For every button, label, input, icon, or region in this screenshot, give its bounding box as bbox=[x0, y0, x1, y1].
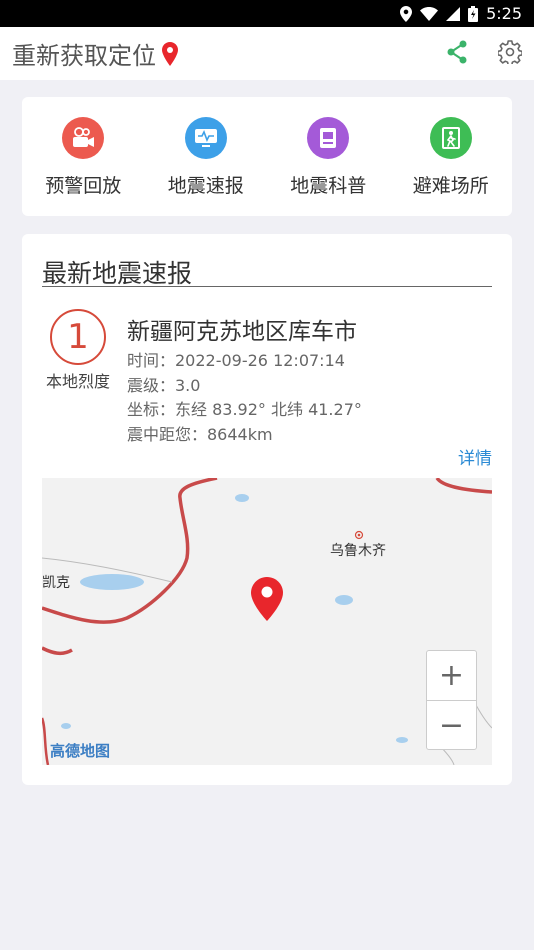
wifi-icon bbox=[420, 6, 439, 21]
section-title: 最新地震速报 bbox=[42, 254, 492, 288]
details-link[interactable]: 详情 bbox=[458, 444, 492, 469]
location-pin-icon[interactable] bbox=[162, 41, 178, 66]
quake-coordinates: 坐标：东经 83.92° 北纬 41.27° bbox=[127, 400, 362, 419]
share-icon[interactable] bbox=[446, 40, 468, 68]
signal-icon bbox=[446, 6, 461, 21]
map-logo: 高德地图 bbox=[50, 742, 111, 760]
nav-quake-report[interactable]: 地震速报 bbox=[145, 97, 268, 216]
location-icon bbox=[400, 5, 413, 22]
exit-door-icon bbox=[429, 117, 472, 159]
city-label: 乌鲁木齐 bbox=[330, 543, 386, 559]
latest-quake-card: 最新地震速报 1 本地烈度 新疆阿克苏地区库车市 时间：2022-09-26 1… bbox=[22, 234, 512, 785]
nav-label: 预警回放 bbox=[45, 175, 122, 197]
nav-label: 地震速报 bbox=[167, 175, 244, 197]
intensity-label: 本地烈度 bbox=[45, 372, 110, 391]
book-icon bbox=[307, 117, 350, 159]
app-bar: 重新获取定位 bbox=[0, 27, 534, 80]
nav-quake-science[interactable]: 地震科普 bbox=[267, 97, 390, 216]
battery-icon bbox=[468, 5, 479, 22]
zoom-controls: + − bbox=[426, 650, 477, 750]
nav-warning-replay[interactable]: 预警回放 bbox=[22, 97, 145, 216]
relocate-title[interactable]: 重新获取定位 bbox=[12, 36, 156, 71]
quake-time: 时间：2022-09-26 12:07:14 bbox=[127, 351, 345, 370]
epicenter-pin-icon[interactable] bbox=[251, 577, 283, 625]
status-time: 5:25 bbox=[486, 4, 522, 23]
nav-label: 地震科普 bbox=[290, 175, 367, 197]
quake-magnitude: 震级：3.0 bbox=[127, 376, 201, 395]
monitor-wave-icon bbox=[184, 117, 227, 159]
map-edge-label: 凯克 bbox=[42, 575, 70, 591]
quake-location: 新疆阿克苏地区库车市 bbox=[127, 319, 357, 345]
video-camera-icon bbox=[62, 117, 105, 159]
settings-gear-icon[interactable] bbox=[497, 39, 523, 68]
map-view[interactable]: 乌鲁木齐 凯克 + − 高德地图 bbox=[42, 478, 492, 765]
nav-shelters[interactable]: 避难场所 bbox=[390, 97, 513, 216]
status-bar: 5:25 bbox=[0, 0, 534, 27]
feature-nav-card: 预警回放 地震速报 地震科普 避难场所 bbox=[22, 97, 512, 216]
nav-label: 避难场所 bbox=[412, 175, 489, 197]
zoom-out-button[interactable]: − bbox=[427, 700, 476, 749]
intensity-value: 1 bbox=[50, 309, 106, 365]
zoom-in-button[interactable]: + bbox=[427, 651, 476, 700]
quake-distance: 震中距您：8644km bbox=[127, 425, 273, 444]
